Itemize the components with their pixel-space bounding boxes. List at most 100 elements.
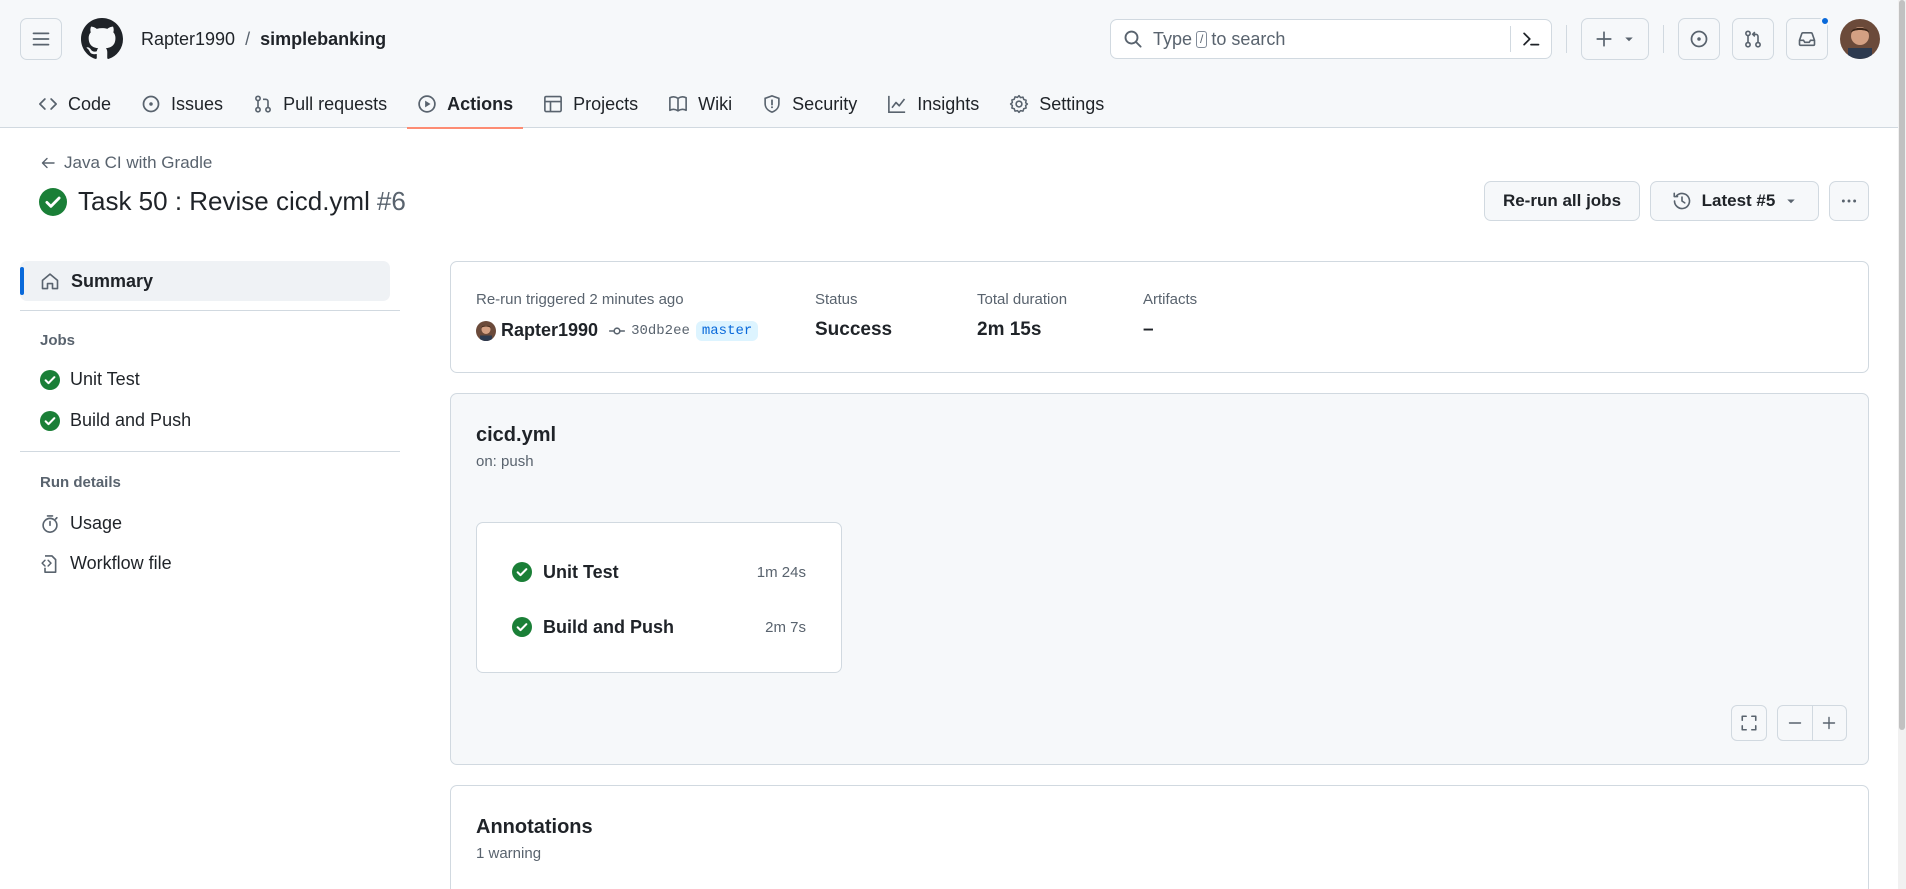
job-duration: 1m 24s [756,563,806,581]
graph-job-unit-test[interactable]: Unit Test 1m 24s [512,558,806,586]
artifacts-label: Artifacts [1143,291,1198,308]
pull-requests-button[interactable] [1732,18,1774,60]
avatar-image [476,320,496,341]
trigger-details: Rapter1990 30db2ee master [476,320,759,341]
tab-label: Actions [447,93,514,114]
sidebar-jobs-heading: Jobs [40,332,76,349]
page-scrollbar[interactable] [1898,0,1906,889]
workflow-trigger: on: push [476,453,534,470]
pull-request-icon [1745,30,1761,48]
sidebar-divider [20,310,400,311]
tab-settings[interactable]: Settings [999,80,1114,128]
book-icon [669,96,688,112]
workflow-name: Java CI with Gradle [64,153,213,172]
search-icon [1124,30,1142,48]
unread-indicator [1820,16,1830,26]
search-placeholder: Type / to search [1153,29,1285,50]
run-number: #6 [376,186,406,216]
scrollbar-thumb[interactable] [1899,0,1905,730]
tab-projects[interactable]: Projects [533,80,648,128]
repo-owner-link[interactable]: Rapter1990 [141,29,235,50]
tab-code[interactable]: Code [28,80,121,128]
rerun-all-jobs-button[interactable]: Re-run all jobs [1484,181,1640,221]
latest-attempt-dropdown[interactable]: Latest #5 [1650,181,1819,221]
zoom-out-button[interactable] [1778,706,1813,740]
command-palette-button[interactable] [1511,29,1551,49]
search-input[interactable]: Type / to search [1110,19,1552,59]
breadcrumb: Rapter1990 / simplebanking [141,29,386,50]
notifications-button[interactable] [1786,16,1830,60]
plus-icon [1823,716,1836,730]
search-placeholder-prefix: Type [1153,28,1193,49]
zoom-in-button[interactable] [1813,706,1847,740]
check-circle-fill-icon [512,562,532,582]
tab-pull-requests[interactable]: Pull requests [243,80,397,128]
screen-full-icon [1741,715,1757,731]
tab-issues[interactable]: Issues [131,80,233,128]
user-avatar[interactable] [1840,19,1880,59]
header-divider [1663,25,1664,53]
job-name: Unit Test [543,561,619,582]
arrow-left-icon [41,157,55,169]
duration-label: Total duration [977,291,1068,308]
history-icon [1673,192,1690,210]
issue-icon [1690,30,1708,48]
sidebar-item-summary[interactable]: Summary [20,261,390,301]
sidebar-item-usage[interactable]: Usage [40,513,122,534]
workflow-file-name: cicd.yml [476,424,557,446]
check-circle-fill-icon [40,410,60,431]
tab-actions[interactable]: Actions [407,80,524,129]
commit-link[interactable]: 30db2ee [608,322,690,340]
code-icon [39,98,57,110]
repo-name-link[interactable]: simplebanking [260,29,386,50]
github-logo-icon[interactable] [81,18,123,60]
create-new-button[interactable] [1581,18,1649,60]
app-header: Rapter1990 / simplebanking Type / to sea… [0,0,1906,129]
actor-link[interactable]: Rapter1990 [501,320,598,341]
sidebar-item-label: Usage [70,513,123,533]
tab-insights[interactable]: Insights [877,80,989,128]
artifacts-value: – [1143,319,1154,340]
tab-label: Issues [171,93,224,114]
latest-label: Latest #5 [1701,191,1776,210]
sidebar-job-unit-test[interactable]: Unit Test [40,369,140,390]
run-title-row: Task 50 : Revise cicd.yml #6 [39,186,406,217]
commit-sha: 30db2ee [631,322,690,339]
workflow-graph-card: cicd.yml on: push Unit Test 1m 24s Build… [450,393,1869,765]
avatar-image [1840,19,1880,59]
fullscreen-button[interactable] [1731,705,1767,741]
tab-wiki[interactable]: Wiki [658,80,742,128]
run-info-card: Re-run triggered 2 minutes ago Rapter199… [450,261,1869,373]
sidebar-divider [20,451,400,452]
sidebar-item-workflow-file[interactable]: Workflow file [40,553,172,574]
breadcrumb-separator: / [245,28,251,49]
repo-tabs: Code Issues Pull requests Actions Projec… [28,80,1124,129]
status-label: Status [815,291,858,308]
menu-button[interactable] [20,18,62,60]
duration-value: 2m 15s [977,319,1042,340]
avatar [476,320,496,341]
terminal-icon [1523,32,1540,46]
kebab-horizontal-icon [1841,199,1857,203]
top-bar: Rapter1990 / simplebanking Type / to sea… [20,16,1880,60]
run-title: Task 50 : Revise cicd.yml [78,186,370,216]
caret-down-icon [1787,199,1796,204]
jobs-group: Unit Test 1m 24s Build and Push 2m 7s [476,522,842,673]
search-shortcut-key: / [1196,30,1208,48]
tab-security[interactable]: Security [752,80,867,128]
hamburger-icon [32,32,50,46]
git-commit-icon [609,326,625,335]
dash-icon [1788,722,1801,724]
workflow-back-link[interactable]: Java CI with Gradle [40,153,212,173]
sidebar-run-details-heading: Run details [40,474,121,491]
annotations-card: Annotations 1 warning [450,785,1869,889]
issues-button[interactable] [1678,18,1720,60]
graph-job-build-and-push[interactable]: Build and Push 2m 7s [512,613,806,641]
annotations-title: Annotations [476,816,593,838]
job-duration: 2m 7s [765,618,806,636]
more-options-button[interactable] [1829,181,1869,221]
check-circle-fill-icon [39,187,67,216]
branch-badge[interactable]: master [695,320,759,341]
search-placeholder-suffix: to search [1211,28,1286,49]
sidebar-job-build-and-push[interactable]: Build and Push [40,410,191,431]
